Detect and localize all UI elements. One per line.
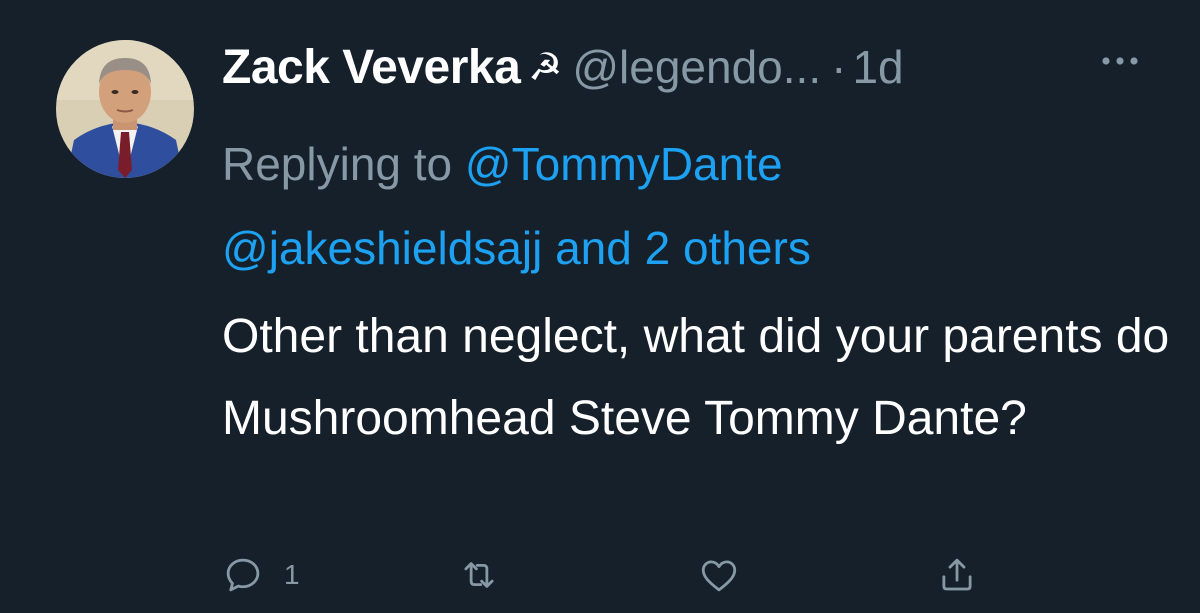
like-button[interactable] — [698, 550, 740, 600]
retweet-icon — [464, 562, 494, 588]
share-icon — [942, 558, 972, 591]
replying-to-label: Replying to — [222, 138, 465, 190]
more-options-button[interactable] — [1098, 46, 1142, 76]
tweet-actions: 1 — [222, 550, 1182, 600]
timestamp[interactable]: 1d — [852, 40, 903, 94]
mention-link-others[interactable]: @jakeshieldsajj and 2 others — [222, 222, 811, 274]
more-icon — [1102, 57, 1138, 65]
retweet-button[interactable] — [458, 550, 500, 600]
tweet-body: Other than neglect, what did your parent… — [222, 310, 1170, 445]
tweet-header: Zack Veverka ☭ @legendo... · 1d — [222, 34, 904, 100]
replying-to-line: Replying to @TommyDante @jakeshieldsajj a… — [222, 122, 1162, 290]
user-handle[interactable]: @legendo... — [572, 40, 821, 94]
display-name[interactable]: Zack Veverka — [222, 40, 521, 95]
heart-icon — [701, 560, 737, 592]
reply-button[interactable]: 1 — [222, 550, 300, 600]
reply-icon — [226, 558, 260, 592]
avatar-image — [56, 40, 194, 178]
reply-count: 1 — [284, 559, 300, 590]
separator-dot: · — [831, 41, 847, 93]
avatar[interactable] — [56, 40, 194, 178]
hammer-sickle-icon: ☭ — [528, 45, 563, 89]
share-button[interactable] — [936, 550, 978, 600]
tweet[interactable]: Zack Veverka ☭ @legendo... · 1d Replying… — [0, 0, 1200, 613]
mention-link-tommydante[interactable]: @TommyDante — [465, 138, 783, 190]
